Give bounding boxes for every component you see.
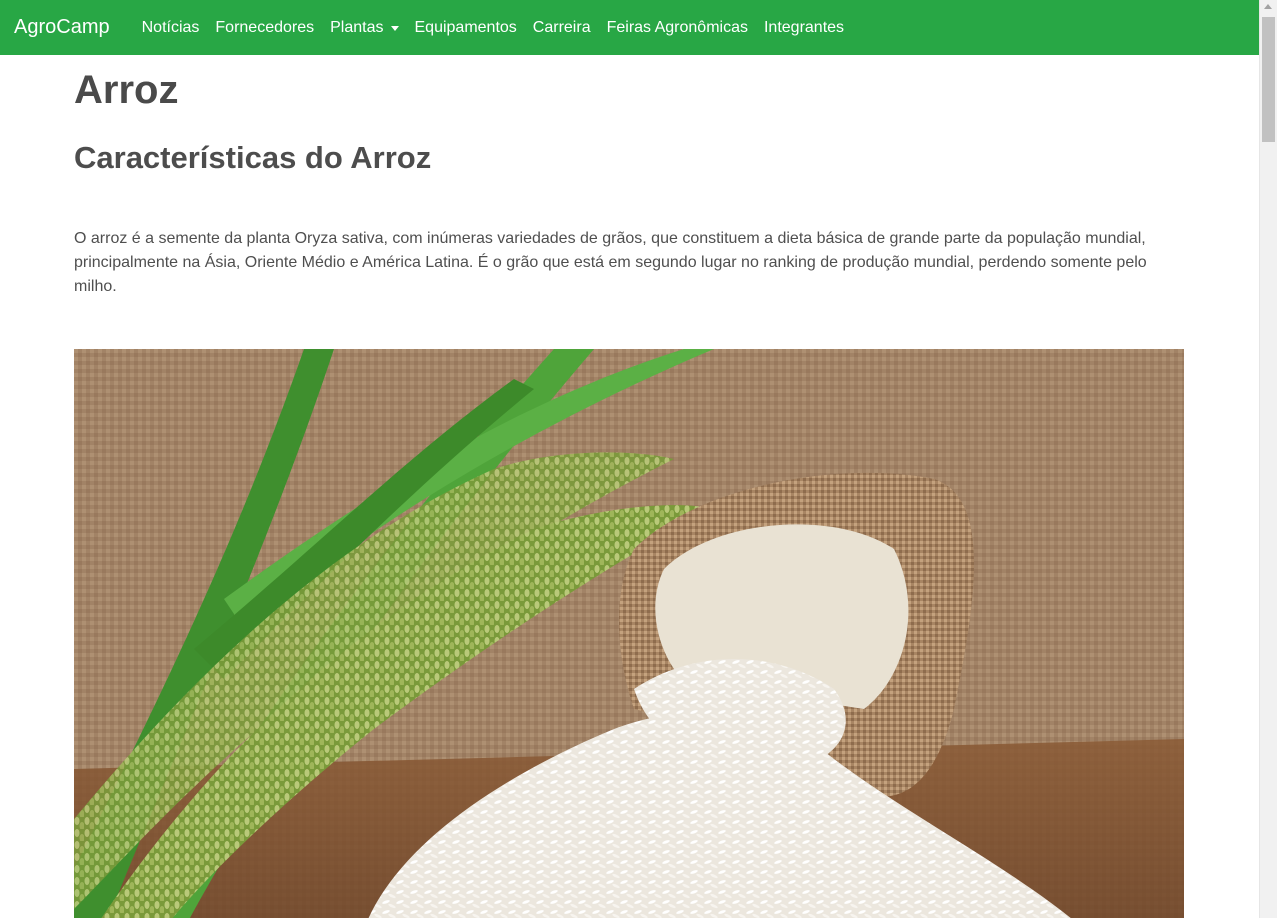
section-heading: Características do Arroz bbox=[74, 140, 432, 175]
nav-link-label: Integrantes bbox=[763, 18, 845, 36]
page-title: Arroz bbox=[74, 68, 179, 112]
nav-link-carreira[interactable]: Carreira bbox=[525, 19, 599, 37]
nav-link-integrantes[interactable]: Integrantes bbox=[756, 19, 852, 37]
nav-dropdown-plantas[interactable]: Plantas bbox=[322, 19, 406, 37]
nav-link-fornecedores[interactable]: Fornecedores bbox=[207, 19, 322, 37]
scrollbar-thumb[interactable] bbox=[1262, 17, 1275, 142]
nav-link-label: Plantas bbox=[330, 18, 384, 36]
nav-link-noticias[interactable]: Notícias bbox=[134, 19, 208, 37]
page: AgroCamp Notícias Fornecedores Plantas E… bbox=[0, 0, 1277, 918]
description-paragraph: O arroz é a semente da planta Oryza sati… bbox=[74, 230, 1147, 295]
scroll-up-icon[interactable] bbox=[1264, 4, 1272, 9]
nav-links: Notícias Fornecedores Plantas Equipament… bbox=[134, 19, 852, 37]
top-navbar: AgroCamp Notícias Fornecedores Plantas E… bbox=[0, 0, 1259, 55]
rice-photo bbox=[74, 349, 1184, 918]
nav-link-label: Fornecedores bbox=[215, 18, 315, 36]
nav-link-feiras[interactable]: Feiras Agronômicas bbox=[599, 19, 756, 37]
nav-link-label: Equipamentos bbox=[414, 18, 517, 36]
brand-link[interactable]: AgroCamp bbox=[14, 16, 110, 39]
nav-link-label: Notícias bbox=[141, 18, 200, 36]
nav-link-equipamentos[interactable]: Equipamentos bbox=[407, 19, 525, 37]
caret-down-icon bbox=[390, 26, 399, 31]
main-content: Arroz Características do Arroz O arroz é… bbox=[74, 55, 1184, 918]
vertical-scrollbar[interactable] bbox=[1259, 0, 1277, 918]
nav-link-label: Feiras Agronômicas bbox=[606, 18, 748, 36]
nav-link-label: Carreira bbox=[532, 18, 591, 36]
